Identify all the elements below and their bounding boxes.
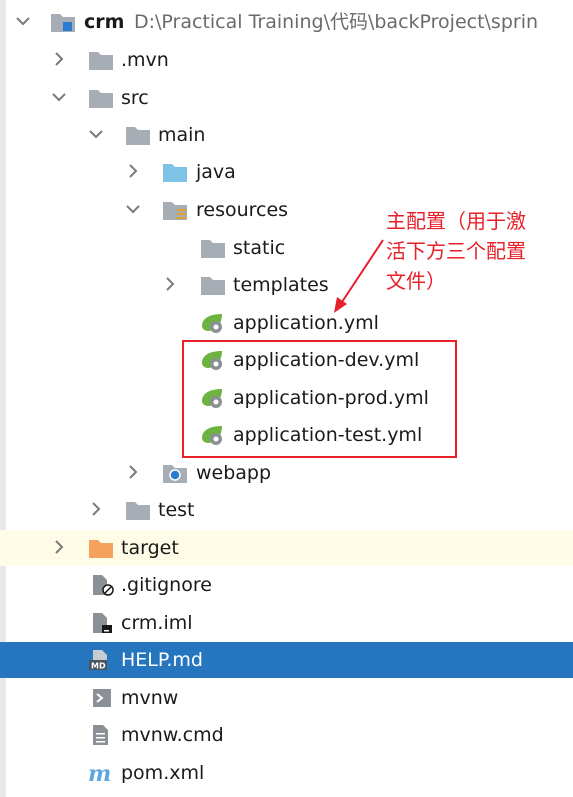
tree-row-mvn[interactable]: .mvn (0, 42, 573, 78)
tree-label: HELP.md (121, 649, 203, 671)
tree-row-application-yml[interactable]: application.yml (0, 305, 573, 341)
excluded-folder-icon (89, 540, 113, 558)
tree-row-mvnw-cmd[interactable]: mvnw.cmd (0, 717, 573, 753)
tree-row-gitignore[interactable]: .gitignore (0, 567, 573, 603)
iml-file-icon (93, 613, 112, 633)
module-folder-icon (51, 14, 75, 32)
tree-row-help-md[interactable]: MD HELP.md (0, 642, 573, 678)
chevron-right-icon[interactable] (87, 500, 105, 518)
annotation-line: 主配置（用于激 (386, 209, 526, 233)
tree-label: pom.xml (121, 762, 205, 784)
folder-icon (201, 277, 225, 295)
tree-label: resources (196, 199, 289, 221)
tree-label: test (158, 499, 195, 521)
tree-label: crm.iml (121, 612, 193, 634)
spring-yml-icon (202, 314, 222, 333)
chevron-right-icon[interactable] (50, 50, 68, 68)
folder-icon (89, 90, 113, 108)
ignore-file-icon (93, 575, 114, 596)
chevron-down-icon[interactable] (124, 200, 142, 218)
chevron-right-icon[interactable] (124, 162, 142, 180)
tree-label: mvnw.cmd (121, 724, 224, 746)
project-name: crm (84, 11, 125, 33)
svg-text:m: m (88, 762, 111, 784)
chevron-down-icon[interactable] (50, 88, 68, 106)
maven-icon: m (88, 762, 111, 784)
highlight-box (182, 340, 457, 458)
annotation-text: 主配置（用于激 活下方三个配置 文件） (386, 206, 571, 296)
folder-icon (201, 240, 225, 258)
tree-row-test[interactable]: test (0, 492, 573, 528)
chevron-down-icon[interactable] (14, 12, 32, 30)
chevron-right-icon[interactable] (50, 538, 68, 556)
tree-row-mvnw[interactable]: mvnw (0, 680, 573, 716)
shell-script-icon (93, 689, 111, 707)
project-path: D:\Practical Training\代码\backProject\spr… (134, 11, 539, 33)
markdown-file-icon: MD (89, 650, 107, 671)
tree-row-crm[interactable]: crm D:\Practical Training\代码\backProject… (0, 4, 573, 40)
tree-label: main (158, 124, 206, 146)
tree-label: mvnw (121, 687, 179, 709)
chevron-down-icon[interactable] (87, 125, 105, 143)
annotation-line: 文件） (386, 269, 446, 293)
source-folder-icon (163, 164, 187, 182)
folder-icon (126, 127, 150, 145)
tree-row-crm-iml[interactable]: crm.iml (0, 605, 573, 641)
chevron-right-icon[interactable] (161, 275, 179, 293)
tree-row-java[interactable]: java (0, 154, 573, 190)
tree-row-pom-xml[interactable]: m pom.xml (0, 755, 573, 791)
tree-label: target (121, 537, 179, 559)
chevron-right-icon[interactable] (124, 463, 142, 481)
tree-label: .mvn (121, 49, 169, 71)
tree-label: .gitignore (121, 574, 212, 596)
resources-folder-icon (163, 202, 187, 220)
tree-label: java (196, 161, 236, 183)
tree-row-main[interactable]: main (0, 117, 573, 153)
web-folder-icon (163, 465, 187, 483)
tree-label: static (233, 237, 286, 259)
tree-label: src (121, 87, 149, 109)
tree-label: webapp (196, 462, 272, 484)
tree-row-webapp[interactable]: webapp (0, 455, 573, 491)
tree-row-target[interactable]: target (0, 530, 573, 566)
tree-row-src[interactable]: src (0, 80, 573, 116)
folder-icon (126, 502, 150, 520)
annotation-line: 活下方三个配置 (386, 239, 526, 263)
tree-label: application.yml (233, 312, 379, 334)
svg-text:MD: MD (91, 662, 106, 671)
folder-icon (89, 52, 113, 70)
tree-label: templates (233, 274, 329, 296)
text-file-icon (93, 725, 108, 745)
